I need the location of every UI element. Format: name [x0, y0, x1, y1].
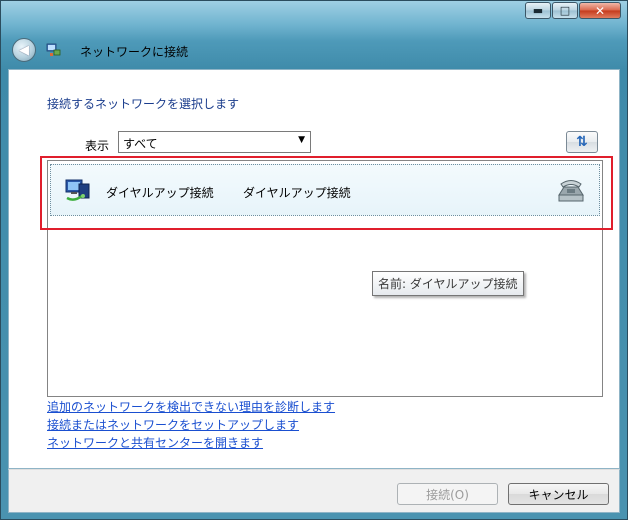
chevron-down-icon: ▼ [298, 135, 305, 145]
maximize-icon: □ [559, 4, 571, 17]
instruction-heading: 接続するネットワークを選択します [47, 97, 240, 111]
back-arrow-icon: ◀ [19, 42, 29, 58]
network-list-item[interactable]: ダイヤルアップ接続 ダイヤルアップ接続 [50, 164, 600, 216]
filter-selected-value: すべて [123, 137, 158, 151]
setup-connection-link[interactable]: 接続またはネットワークをセットアップします [47, 416, 335, 434]
dialup-connection-icon [65, 179, 90, 201]
refresh-button[interactable]: ⇅ [566, 131, 598, 153]
network-name: ダイヤルアップ接続 [106, 186, 214, 200]
link-list: 追加のネットワークを検出できない理由を診断します 接続またはネットワークをセット… [47, 398, 335, 452]
minimize-icon: ▬ [532, 4, 544, 17]
back-button[interactable]: ◀ [12, 38, 36, 62]
minimize-button[interactable]: ▬ [525, 2, 551, 19]
diagnose-link[interactable]: 追加のネットワークを検出できない理由を診断します [47, 398, 335, 416]
refresh-icon: ⇅ [576, 134, 588, 150]
close-icon: ✕ [594, 3, 606, 18]
connect-button[interactable]: 接続(O) [397, 483, 498, 505]
content-panel: 接続するネットワークを選択します 表示 すべて ▼ ⇅ ダイヤルアップ接続 ダイ… [8, 69, 620, 469]
telephone-icon [558, 180, 584, 202]
filter-label: 表示 [85, 139, 110, 153]
tooltip: 名前: ダイヤルアップ接続 [372, 271, 524, 296]
close-button[interactable]: ✕ [579, 2, 621, 19]
maximize-button[interactable]: □ [552, 2, 578, 19]
filter-dropdown[interactable]: すべて ▼ [118, 131, 311, 153]
network-sharing-center-link[interactable]: ネットワークと共有センターを開きます [47, 434, 335, 452]
cancel-button[interactable]: キャンセル [508, 483, 609, 505]
caption-buttons: ▬ □ ✕ [524, 2, 621, 19]
network-type: ダイヤルアップ接続 [243, 186, 351, 200]
network-connect-icon [46, 43, 61, 56]
footer: 接続(O) キャンセル [8, 469, 620, 513]
window: ▬ □ ✕ ◀ ネットワークに接続 接続するネットワークを選択します 表示 すべ… [0, 0, 628, 520]
page-title: ネットワークに接続 [80, 45, 189, 59]
